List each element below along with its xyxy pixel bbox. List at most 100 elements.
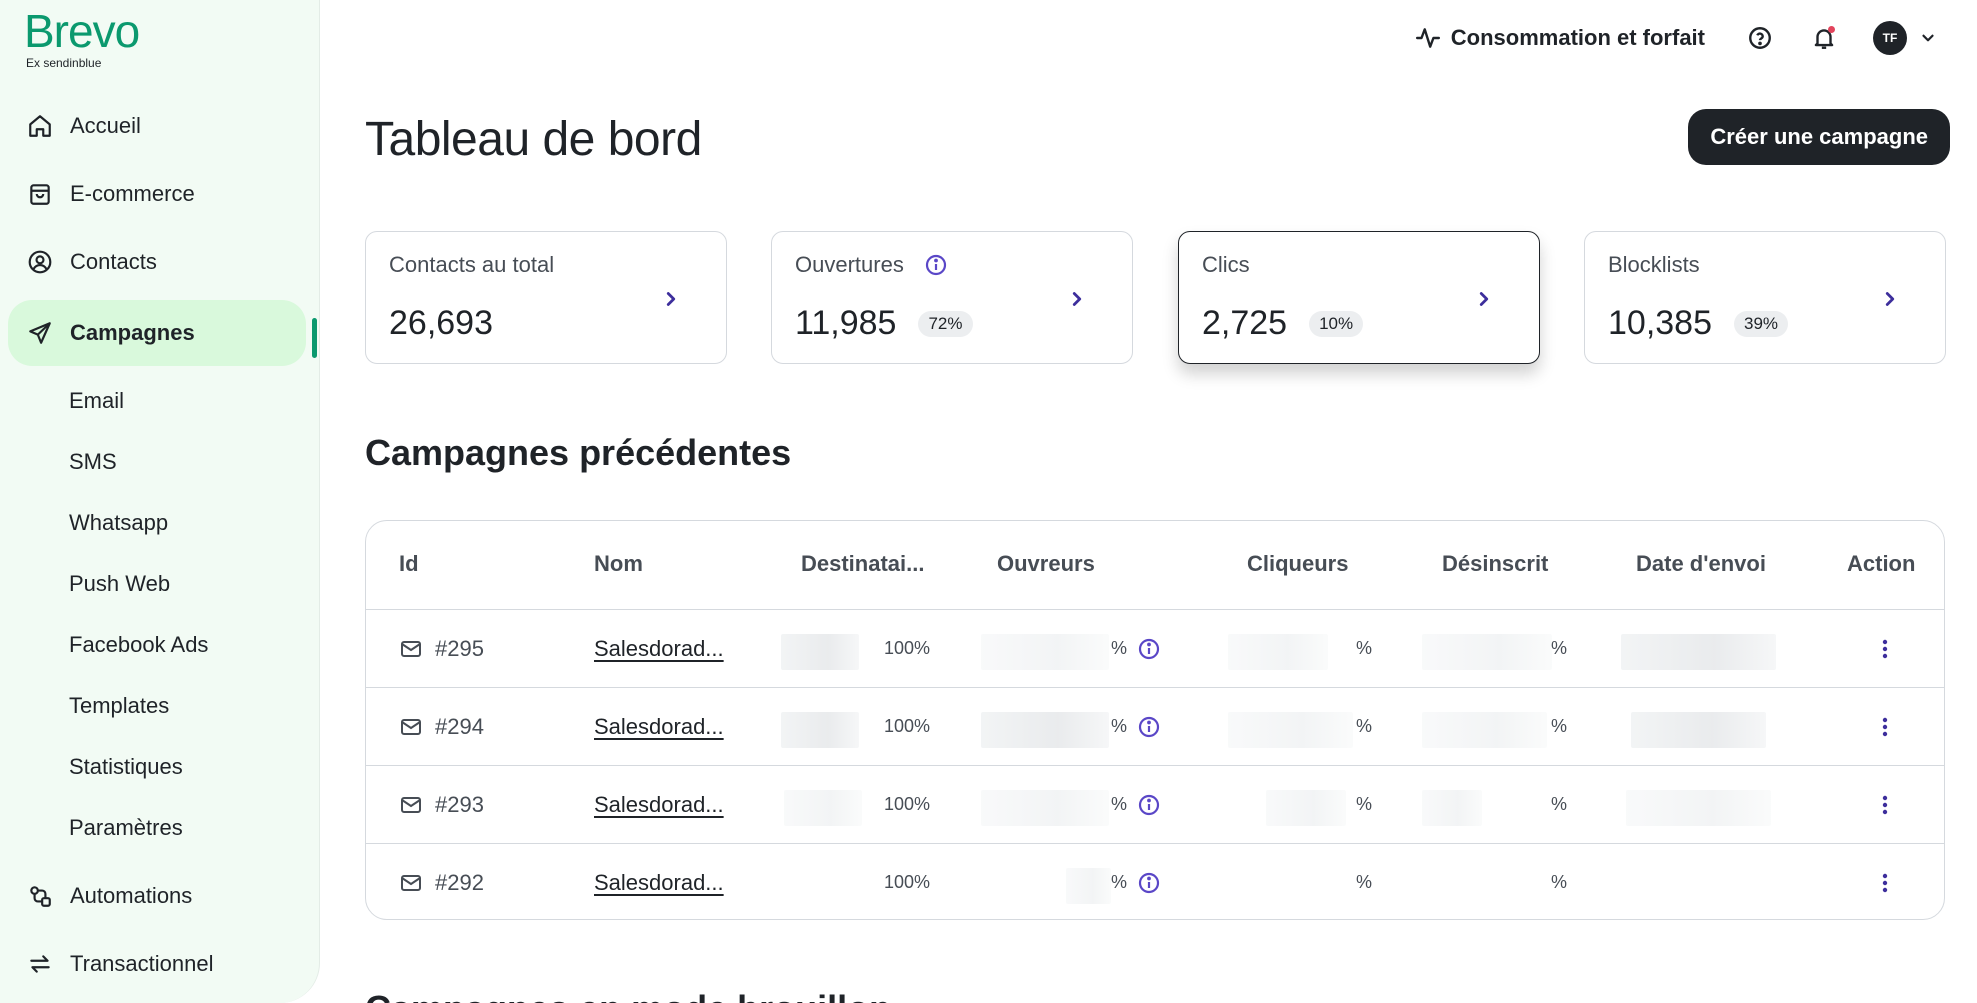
subnav-item-facebook-ads[interactable]: Facebook Ads — [0, 614, 320, 675]
campaign-name-link[interactable]: Salesdorad... — [594, 844, 724, 919]
campaign-id-text: #292 — [435, 869, 484, 895]
subnav-item-whatsapp[interactable]: Whatsapp — [0, 492, 320, 553]
sidebar-item-campagnes[interactable]: Campagnes — [8, 300, 306, 366]
stat-value: 2,725 10% — [1202, 304, 1364, 343]
sidebar-item-label: Campagnes — [70, 320, 195, 345]
home-icon — [26, 112, 54, 140]
campaign-name-link[interactable]: Salesdorad... — [594, 610, 724, 687]
table-row[interactable]: #294 Salesdorad... 100% % % % — [366, 688, 1944, 766]
create-campaign-button[interactable]: Créer une campagne — [1688, 109, 1950, 165]
sidebar: Brevo Ex sendinblue Accueil E-commerce C… — [0, 0, 320, 1003]
info-icon[interactable] — [924, 253, 948, 277]
stat-badge: 10% — [1309, 310, 1364, 337]
chevron-right-icon — [1072, 292, 1082, 306]
brevo-logo[interactable]: Brevo Ex sendinblue — [24, 5, 140, 70]
stat-card-blocklists[interactable]: Blocklists 10,385 39% — [1584, 231, 1946, 364]
stat-card-contacts[interactable]: Contacts au total 26,693 — [365, 231, 727, 364]
active-indicator — [312, 318, 317, 358]
blurred-value — [1066, 868, 1111, 904]
subnav-item-statistiques[interactable]: Statistiques — [0, 736, 320, 797]
sidebar-item-transactionnel[interactable]: Transactionnel — [0, 930, 320, 998]
stat-label-text: Ouvertures — [795, 252, 904, 277]
unsub-pct: % — [1551, 794, 1568, 814]
stat-card-clics[interactable]: Clics 2,725 10% — [1178, 231, 1540, 364]
campaigns-table: Id Nom Destinatai... Ouvreurs Cliqueurs … — [365, 520, 1945, 920]
subnav-item-push-web[interactable]: Push Web — [0, 553, 320, 614]
more-actions-icon[interactable] — [1881, 610, 1889, 687]
table-row[interactable]: #293 Salesdorad... 100% % % % — [366, 766, 1944, 844]
column-header-ouvreurs[interactable]: Ouvreurs — [997, 551, 1095, 577]
column-header-cliqueurs[interactable]: Cliqueurs — [1247, 551, 1348, 577]
subnav-item-email[interactable]: Email — [0, 370, 320, 431]
unsub-pct: % — [1551, 716, 1568, 736]
sidebar-item-accueil[interactable]: Accueil — [0, 92, 320, 160]
campaign-id: #294 — [399, 688, 484, 765]
top-bar: Consommation et forfait TF — [1415, 18, 1937, 58]
column-header-destinataires[interactable]: Destinatai... — [801, 551, 924, 577]
click-pct: % — [1356, 794, 1373, 814]
campaign-id: #292 — [399, 844, 484, 919]
stat-label: Ouvertures — [795, 252, 948, 278]
blurred-value — [1228, 712, 1353, 748]
unsub-pct: % — [1551, 638, 1568, 658]
sidebar-item-label: Automations — [70, 883, 193, 908]
info-icon[interactable] — [1137, 766, 1161, 843]
more-actions-icon[interactable] — [1881, 844, 1889, 919]
chevron-down-icon[interactable] — [1919, 29, 1937, 47]
sidebar-item-ecommerce[interactable]: E-commerce — [0, 160, 320, 228]
chevron-right-icon — [1885, 292, 1895, 306]
logo-subtitle: Ex sendinblue — [26, 56, 102, 70]
subnav-item-templates[interactable]: Templates — [0, 675, 320, 736]
blurred-value — [1422, 790, 1482, 826]
avatar[interactable]: TF — [1873, 21, 1907, 55]
blurred-value — [981, 790, 1109, 826]
sidebar-item-contacts[interactable]: Contacts — [0, 228, 320, 296]
campaign-name-link[interactable]: Salesdorad... — [594, 688, 724, 765]
stat-value-text: 26,693 — [389, 304, 493, 342]
transfer-icon — [26, 950, 54, 978]
stat-label: Clics — [1202, 252, 1250, 278]
subnav-item-sms[interactable]: SMS — [0, 431, 320, 492]
send-icon — [26, 319, 54, 347]
sidebar-item-label: E-commerce — [70, 181, 195, 206]
main-nav: Accueil E-commerce Contacts Campagnes Em… — [0, 92, 320, 858]
mail-icon — [401, 796, 421, 813]
column-header-date-envoi[interactable]: Date d'envoi — [1636, 551, 1766, 577]
column-header-nom[interactable]: Nom — [594, 551, 643, 577]
campaign-id-text: #295 — [435, 635, 484, 661]
column-header-id[interactable]: Id — [399, 551, 419, 577]
subnav-item-parametres[interactable]: Paramètres — [0, 797, 320, 858]
logo-wordmark: Brevo — [24, 5, 140, 57]
stat-label-text: Contacts au total — [389, 252, 555, 277]
notification-dot — [1828, 26, 1835, 33]
open-pct: % — [1111, 638, 1128, 658]
campaign-id-text: #293 — [435, 791, 484, 817]
mail-icon — [401, 640, 421, 657]
table-row[interactable]: #295 Salesdorad... 100% % % % — [366, 610, 1944, 688]
blurred-value — [1266, 790, 1346, 826]
help-icon[interactable] — [1745, 23, 1775, 53]
stat-card-ouvertures[interactable]: Ouvertures 11,985 72% — [771, 231, 1133, 364]
more-actions-icon[interactable] — [1881, 688, 1889, 765]
column-header-desinscrit[interactable]: Désinscrit — [1442, 551, 1548, 577]
mail-icon — [401, 874, 421, 891]
usage-link[interactable]: Consommation et forfait — [1415, 25, 1705, 51]
info-icon[interactable] — [1137, 688, 1161, 765]
table-row[interactable]: #292 Salesdorad... 100% % % % — [366, 844, 1944, 919]
sidebar-item-automations[interactable]: Automations — [0, 862, 320, 930]
open-pct: % — [1111, 794, 1128, 814]
info-icon[interactable] — [1137, 610, 1161, 687]
campaigns-subnav: Email SMS Whatsapp Push Web Facebook Ads… — [0, 370, 320, 858]
page-title: Tableau de bord — [365, 113, 702, 166]
secondary-nav: Automations Transactionnel — [0, 862, 320, 998]
info-icon[interactable] — [1137, 844, 1161, 919]
blurred-value — [781, 712, 859, 748]
column-header-action: Action — [1847, 551, 1916, 576]
blurred-value — [784, 790, 862, 826]
more-actions-icon[interactable] — [1881, 766, 1889, 843]
bell-icon[interactable] — [1809, 23, 1839, 53]
usage-label: Consommation et forfait — [1450, 25, 1705, 50]
recipients-pct: 100% — [884, 872, 931, 892]
campaign-name-link[interactable]: Salesdorad... — [594, 766, 724, 843]
blurred-date — [1631, 712, 1766, 748]
